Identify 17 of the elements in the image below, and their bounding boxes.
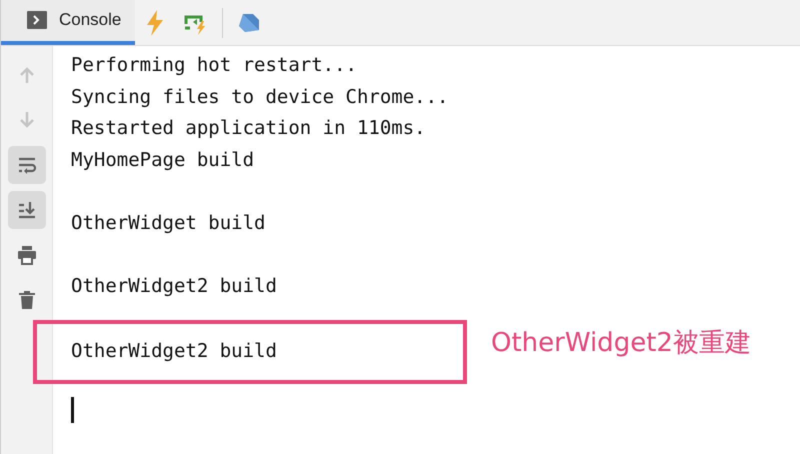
console-line: OtherWidget2 build: [71, 339, 277, 364]
terminal-icon: [27, 11, 47, 29]
console-tab[interactable]: Console: [1, 0, 136, 45]
console-line: OtherWidget2 build: [71, 274, 278, 298]
scroll-to-end-button[interactable]: [8, 191, 46, 229]
printer-icon: [16, 245, 36, 265]
console-line: MyHomePage build: [71, 148, 256, 172]
text-cursor: [71, 397, 74, 423]
trash-icon: [16, 290, 36, 310]
console-line: OtherWidget build: [71, 210, 266, 236]
annotation-text: OtherWidget2被重建: [491, 326, 751, 360]
console-line: Syncing files to device Chrome...: [71, 84, 450, 110]
wrap-lines-icon: [16, 155, 36, 175]
scroll-to-end-icon: [16, 200, 36, 220]
wrap-lines-button[interactable]: [8, 146, 46, 184]
console-line: Restarted application in 110ms.: [71, 116, 427, 141]
console-line: Performing hot restart...: [71, 53, 358, 78]
